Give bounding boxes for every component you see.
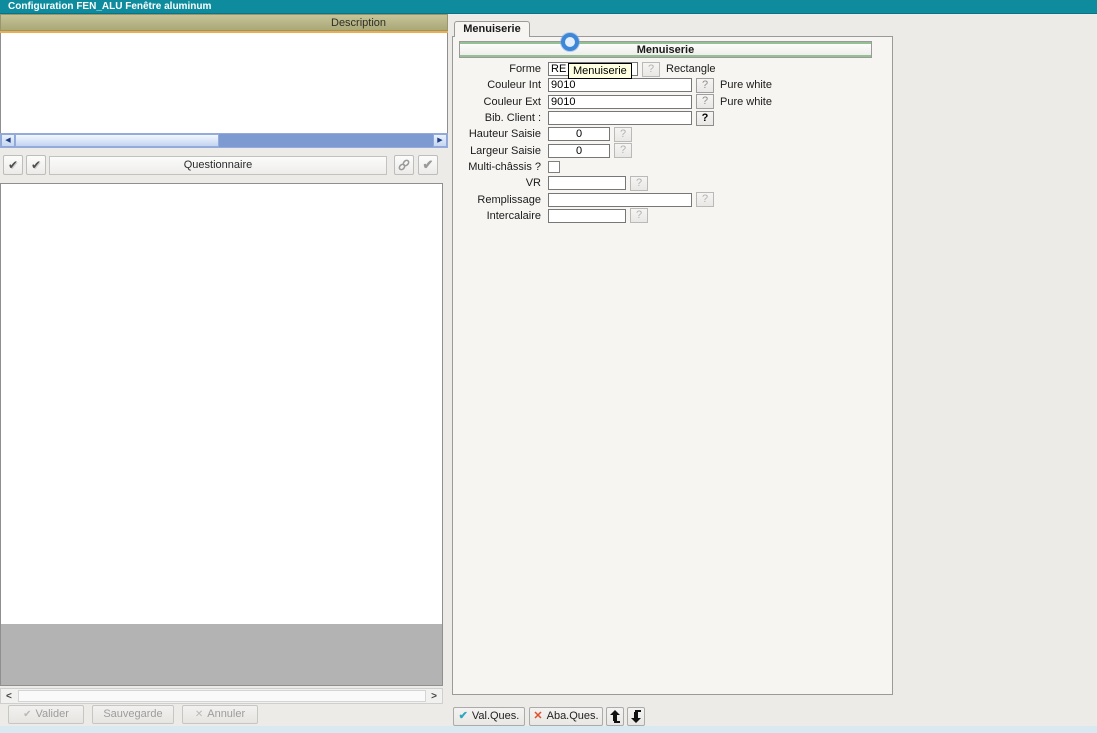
window-title: Configuration FEN_ALU Fenêtre aluminum (8, 1, 211, 12)
form-row-vr: VR ? (452, 175, 893, 191)
couleur-int-input[interactable] (548, 78, 692, 92)
menuiserie-form: Forme ? Rectangle Couleur Int ? Pure whi… (452, 61, 893, 224)
multi-chassis-checkbox[interactable] (548, 161, 560, 173)
scroll-left-arrow-icon[interactable]: < (6, 690, 12, 703)
questionnaire-horizontal-scrollbar[interactable]: < > (0, 688, 443, 704)
forme-description: Rectangle (666, 63, 716, 75)
link-icon (397, 163, 411, 175)
sauvegarde-label: Sauvegarde (103, 708, 162, 720)
sauvegarde-button[interactable]: Sauvegarde (92, 705, 174, 724)
description-list-area[interactable] (0, 33, 448, 133)
remplissage-input[interactable] (548, 193, 692, 207)
validate-all-2-button[interactable]: ✔ (26, 155, 46, 175)
aba-ques-label: Aba.Ques. (547, 710, 599, 722)
hauteur-saisie-label: Hauteur Saisie (452, 128, 548, 140)
check-box-icon: ✔ (31, 158, 41, 172)
window-title-bar: Configuration FEN_ALU Fenêtre aluminum (0, 0, 1097, 14)
forme-help-button[interactable]: ? (642, 62, 660, 77)
intercalaire-label: Intercalaire (452, 210, 548, 222)
validate-all-button[interactable]: ✔ (3, 155, 23, 175)
couleur-int-label: Couleur Int (452, 79, 548, 91)
val-ques-label: Val.Ques. (472, 710, 520, 722)
form-row-intercalaire: Intercalaire ? (452, 208, 893, 224)
down-arrow-icon (630, 714, 642, 726)
form-row-forme: Forme ? Rectangle (452, 61, 893, 77)
bib-client-help-button[interactable]: ? (696, 111, 714, 126)
valider-label: Valider (35, 708, 68, 720)
annuler-button[interactable]: ✕ Annuler (182, 705, 258, 724)
busy-cursor-ring-icon (561, 33, 579, 51)
check-icon: ✔ (423, 157, 434, 172)
couleur-ext-input[interactable] (548, 95, 692, 109)
intercalaire-input[interactable] (548, 209, 626, 223)
couleur-ext-help-button[interactable]: ? (696, 94, 714, 109)
form-row-multi-chassis: Multi-châssis ? (452, 159, 893, 175)
confirm-button[interactable]: ✔ (418, 155, 438, 175)
questionnaire-header: Questionnaire (49, 156, 387, 175)
form-row-largeur-saisie: Largeur Saisie ? (452, 142, 893, 158)
form-row-bib-client: Bib. Client : ? (452, 110, 893, 126)
description-column-header[interactable]: Description (0, 14, 448, 31)
hauteur-saisie-help-button[interactable]: ? (614, 127, 632, 142)
tab-menuiserie[interactable]: Menuiserie (454, 21, 530, 37)
move-up-button[interactable] (606, 707, 624, 726)
check-icon: ✔ (459, 710, 468, 722)
forme-tooltip-text: Menuiserie (573, 65, 627, 77)
link-button[interactable] (394, 155, 414, 175)
cross-icon: ✕ (533, 710, 542, 722)
check-icon: ✔ (23, 709, 31, 720)
annuler-label: Annuler (207, 708, 245, 720)
couleur-ext-description: Pure white (720, 96, 772, 108)
aba-ques-button[interactable]: ✕ Aba.Ques. (529, 707, 603, 726)
description-column-label: Description (331, 17, 386, 29)
bib-client-label: Bib. Client : (452, 112, 548, 124)
largeur-saisie-input[interactable] (548, 144, 610, 158)
form-row-remplissage: Remplissage ? (452, 191, 893, 207)
forme-label: Forme (452, 63, 548, 75)
scroll-right-arrow-icon[interactable]: ▶ (433, 134, 447, 147)
check-box-icon: ✔ (8, 158, 18, 172)
form-row-couleur-int: Couleur Int ? Pure white (452, 77, 893, 93)
valider-button[interactable]: ✔ Valider (8, 705, 84, 724)
move-down-button[interactable] (627, 707, 645, 726)
remplissage-help-button[interactable]: ? (696, 192, 714, 207)
remplissage-label: Remplissage (452, 194, 548, 206)
scrollbar-thumb[interactable] (18, 690, 426, 702)
hauteur-saisie-input[interactable] (548, 127, 610, 141)
vr-input[interactable] (548, 176, 626, 190)
form-row-hauteur-saisie: Hauteur Saisie ? (452, 126, 893, 142)
couleur-int-help-button[interactable]: ? (696, 78, 714, 93)
largeur-saisie-help-button[interactable]: ? (614, 143, 632, 158)
vr-help-button[interactable]: ? (630, 176, 648, 191)
couleur-ext-label: Couleur Ext (452, 96, 548, 108)
val-ques-button[interactable]: ✔ Val.Ques. (453, 707, 525, 726)
questionnaire-header-label: Questionnaire (184, 159, 253, 171)
bottom-status-strip (0, 726, 1097, 733)
forme-tooltip: Menuiserie (568, 63, 632, 79)
largeur-saisie-label: Largeur Saisie (452, 145, 548, 157)
vr-label: VR (452, 177, 548, 189)
questionnaire-content-area[interactable] (0, 183, 443, 686)
up-arrow-icon (609, 714, 621, 726)
multi-chassis-label: Multi-châssis ? (452, 161, 548, 173)
intercalaire-help-button[interactable]: ? (630, 208, 648, 223)
menuiserie-section-header: Menuiserie (459, 41, 872, 58)
description-horizontal-scrollbar[interactable]: ◀ ▶ (0, 133, 448, 148)
scroll-right-arrow-icon[interactable]: > (431, 690, 437, 703)
couleur-int-description: Pure white (720, 79, 772, 91)
scrollbar-thumb[interactable] (15, 134, 219, 147)
cross-icon: ✕ (195, 709, 203, 720)
bib-client-input[interactable] (548, 111, 692, 125)
form-row-couleur-ext: Couleur Ext ? Pure white (452, 94, 893, 110)
questionnaire-footer-block (1, 624, 442, 685)
menuiserie-section-title: Menuiserie (637, 44, 694, 56)
scroll-left-arrow-icon[interactable]: ◀ (1, 134, 15, 147)
tab-menuiserie-label: Menuiserie (463, 23, 520, 35)
